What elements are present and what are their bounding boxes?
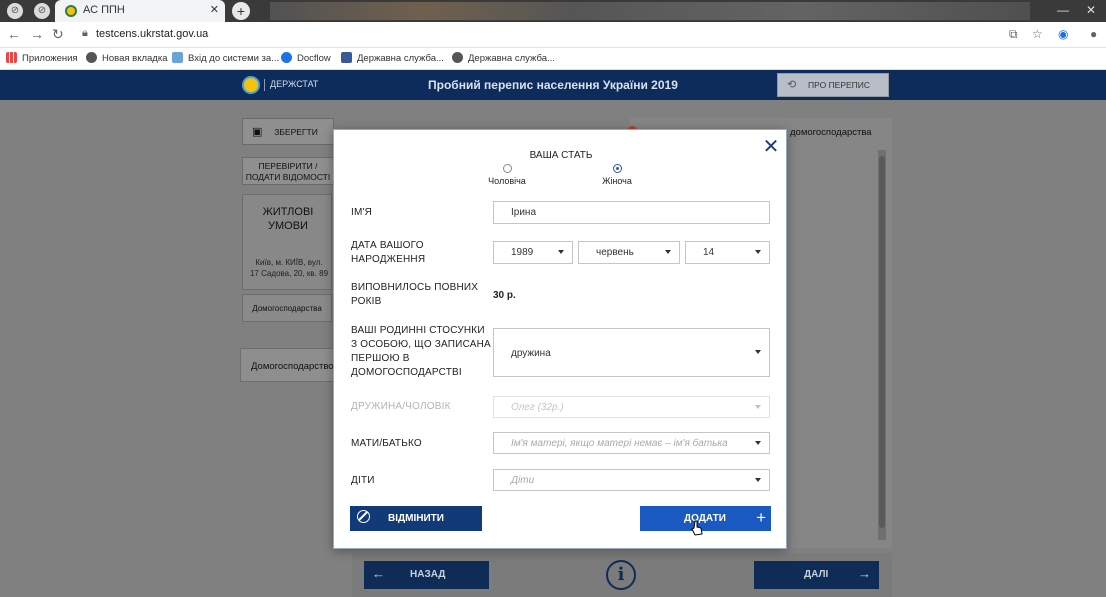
card-title: ЖИТЛОВІ (262, 206, 314, 218)
translate-icon[interactable]: ⧉ (1009, 27, 1018, 42)
chevron-down-icon (755, 350, 761, 354)
blurred-tabs (270, 2, 1030, 20)
spouse-label: ДРУЖИНА/ЧОЛОВІК (351, 401, 451, 412)
scrollbar[interactable] (878, 150, 886, 540)
browser-tab-bar: ⊘ ⊘ АС ППН ✕ + — ✕ (0, 0, 1106, 22)
plus-icon: + (756, 508, 766, 527)
spouse-select: Олег (32р.) (493, 396, 770, 418)
dob-label: ДАТА ВАШОГО НАРОДЖЕННЯ (351, 240, 426, 265)
relation-select[interactable]: дружина (493, 328, 770, 377)
extension-icon[interactable]: ◉ (1058, 27, 1068, 41)
bookmarks-bar: Приложения Новая вкладка Вхід до системи… (0, 48, 1106, 70)
page-icon (172, 52, 183, 63)
radio-selected-icon (612, 164, 622, 173)
dob-month-select[interactable]: червень (578, 241, 680, 264)
card-address: Київ, м. КИЇВ, вул. (255, 258, 323, 267)
gender-option-female[interactable]: Жіноча (582, 164, 652, 186)
minimize-icon[interactable]: — (1050, 0, 1076, 22)
age-value: 30 р. (493, 290, 516, 301)
panel-header: домогосподарства (790, 127, 872, 138)
parent-label: МАТИ/БАТЬКО (351, 438, 422, 449)
facebook-icon (341, 52, 352, 63)
gender-title: ВАША СТАТЬ (529, 150, 593, 161)
apps-grid-icon (6, 52, 17, 63)
add-person-dialog: ✕ ВАША СТАТЬ Чоловіча Жіноча ІМ'Я Ірина … (333, 129, 787, 549)
name-label: ІМ'Я (351, 207, 373, 218)
chevron-down-icon (665, 250, 671, 254)
households-tab[interactable]: Домогосподарства (242, 294, 332, 322)
children-select[interactable]: Діти (493, 469, 770, 491)
reload-icon[interactable]: ↻ (52, 26, 64, 43)
lock-icon: 🔒︎ (82, 27, 88, 39)
forward-icon[interactable]: → (30, 26, 44, 42)
globe-icon (86, 52, 97, 63)
bookmark-docflow[interactable]: Docflow (281, 52, 331, 64)
dob-day-select[interactable]: 14 (685, 241, 770, 264)
info-button[interactable]: i (606, 560, 636, 590)
browser-tab-active[interactable]: АС ППН ✕ (55, 0, 225, 22)
address-bar[interactable]: 🔒︎ testcens.ukrstat.gov.ua (78, 25, 1078, 45)
globe-icon (452, 52, 463, 63)
back-icon[interactable]: ← (7, 26, 21, 42)
page-title: Пробний перепис населення України 2019 (428, 78, 678, 92)
check-submit-button[interactable]: ПЕРЕВІРИТИ / ПОДАТИ ВІДОМОСТІ (242, 157, 334, 185)
radio-icon (502, 164, 512, 173)
derzhstat-logo-icon (242, 76, 260, 94)
tab-title: АС ППН (83, 4, 125, 16)
parent-select[interactable]: Ім'я матері, якщо матері немає – ім'я ба… (493, 432, 770, 454)
housing-conditions-card[interactable]: ЖИТЛОВІ УМОВИ Київ, м. КИЇВ, вул. 17 Сад… (242, 194, 332, 290)
profile-icon[interactable]: ● (1090, 27, 1097, 41)
chevron-down-icon (755, 250, 761, 254)
cancel-icon (357, 510, 370, 523)
about-census-button[interactable]: ⟲ ПРО ПЕРЕПИС (777, 73, 889, 97)
name-field[interactable]: Ірина (493, 201, 770, 224)
brand-name: ДЕРЖСТАТ (270, 79, 319, 89)
children-label: ДІТИ (351, 475, 375, 486)
chevron-down-icon (755, 441, 761, 445)
back-button[interactable]: ← НАЗАД (364, 561, 489, 589)
next-button[interactable]: ДАЛІ → (754, 561, 879, 589)
bookmark-facebook[interactable]: Державна служба... (341, 52, 444, 64)
household-item[interactable]: Домогосподарство (240, 348, 336, 382)
browser-toolbar: ← → ↻ 🔒︎ testcens.ukrstat.gov.ua ⧉ ☆ ◉ ● (0, 22, 1106, 48)
floppy-disk-icon: ▣ (252, 126, 263, 138)
window-close-icon[interactable]: ✕ (1078, 0, 1104, 22)
bookmark-login[interactable]: Вхід до системи за... (172, 52, 279, 64)
close-tab-icon[interactable]: ✕ (210, 3, 219, 16)
pinned-tab-icon[interactable]: ⊘ (34, 3, 50, 19)
url-text: testcens.ukrstat.gov.ua (96, 28, 209, 40)
chevron-down-icon (558, 250, 564, 254)
gender-option-male[interactable]: Чоловіча (472, 164, 542, 186)
card-title: УМОВИ (268, 220, 308, 232)
back-arrow-icon: ⟲ (787, 79, 797, 91)
arrow-left-icon: ← (372, 566, 385, 581)
site-header: ДЕРЖСТАТ Пробний перепис населення Украї… (0, 70, 1106, 100)
hand-cursor-icon (691, 520, 703, 536)
pinned-tab-icon[interactable]: ⊘ (7, 3, 23, 19)
scrollbar-thumb[interactable] (879, 156, 885, 528)
card-address: 17 Садова, 20, кв. 89 (249, 269, 329, 278)
bookmark-star-icon[interactable]: ☆ (1032, 27, 1043, 41)
cancel-button[interactable]: ВІДМІНИТИ (350, 506, 482, 531)
new-tab-button[interactable]: + (232, 2, 250, 20)
chevron-down-icon (755, 405, 761, 409)
bookmark-apps[interactable]: Приложения (6, 52, 78, 64)
add-button[interactable]: ДОДАТИ + (640, 506, 771, 531)
bookmark-new-tab[interactable]: Новая вкладка (86, 52, 167, 64)
chevron-down-icon (755, 478, 761, 482)
arrow-right-icon: → (858, 566, 871, 581)
docflow-icon (281, 52, 292, 63)
dob-year-select[interactable]: 1989 (493, 241, 573, 264)
age-label: ВИПОВНИЛОСЬ ПОВНИХ РОКІВ (351, 282, 479, 307)
save-button[interactable]: ▣ ЗБЕРЕГТИ (242, 118, 334, 145)
bookmark-gov-service[interactable]: Державна служба... (452, 52, 555, 64)
relation-label: ВАШІ РОДИННІ СТОСУНКИ З ОСОБОЮ, ЩО ЗАПИС… (351, 325, 491, 378)
divider (264, 79, 265, 91)
site-favicon-icon (65, 5, 77, 17)
